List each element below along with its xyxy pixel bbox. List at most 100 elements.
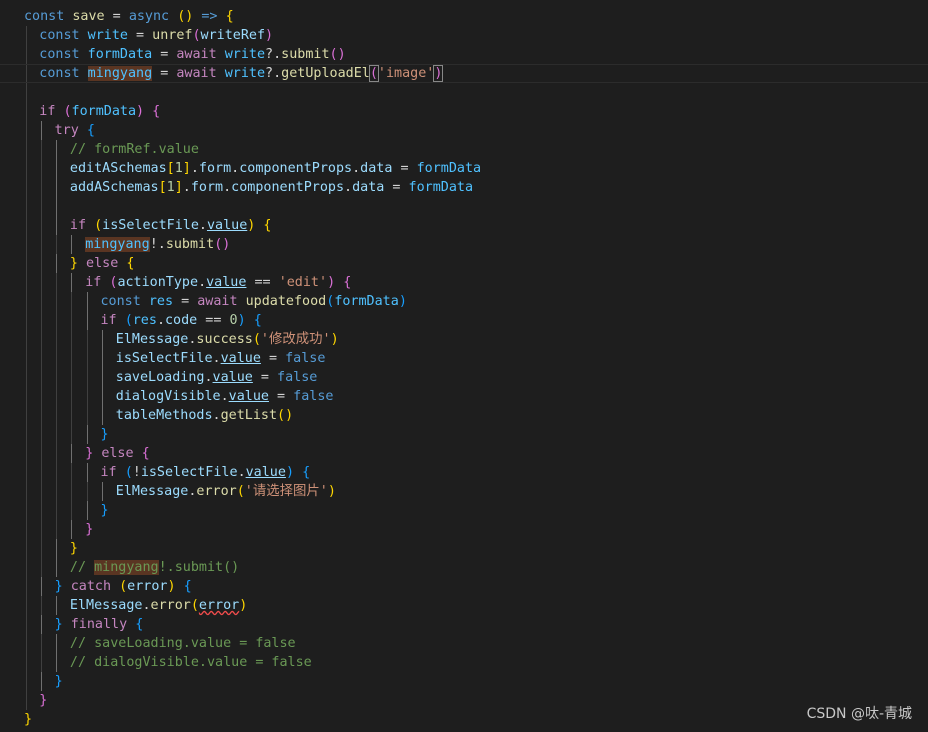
code-line[interactable]: // mingyang!.submit() xyxy=(0,558,928,577)
code-line[interactable]: const mingyang = await write?.getUploadE… xyxy=(0,64,928,83)
indent-guide xyxy=(71,330,73,349)
indent-guide xyxy=(56,520,58,539)
code-line[interactable]: } xyxy=(0,672,928,691)
code-line[interactable]: } xyxy=(0,710,928,729)
code-token: . xyxy=(237,465,246,480)
code-line[interactable]: const formData = await write?.submit() xyxy=(0,45,928,64)
code-line[interactable]: // dialogVisible.value = false xyxy=(0,653,928,672)
indent-guide xyxy=(71,444,73,463)
code-line[interactable]: } finally { xyxy=(0,615,928,634)
code-token: = xyxy=(104,9,129,24)
indent-guide xyxy=(40,292,42,311)
indent-guide xyxy=(40,387,42,406)
code-line[interactable]: try { xyxy=(0,121,928,140)
code-token: = xyxy=(152,47,177,62)
code-line[interactable]: const res = await updatefood(formData) xyxy=(0,292,928,311)
code-line[interactable]: tableMethods.getList() xyxy=(0,406,928,425)
code-line[interactable]: // saveLoading.value = false xyxy=(0,634,928,653)
code-token: // formRef.value xyxy=(69,142,199,157)
code-token: '请选择图片' xyxy=(244,484,328,499)
code-area[interactable]: const save = async () => {const write = … xyxy=(0,7,928,729)
code-token: ( xyxy=(124,313,133,328)
code-line[interactable]: addASchemas[1].form.componentProps.data … xyxy=(0,178,928,197)
code-line[interactable]: } xyxy=(0,691,928,710)
indent-guide xyxy=(56,368,58,387)
code-line[interactable]: } else { xyxy=(0,444,928,463)
code-line[interactable]: } else { xyxy=(0,254,928,273)
code-line[interactable]: ElMessage.error('请选择图片') xyxy=(0,482,928,501)
indent-guide xyxy=(40,311,42,330)
indent-guide xyxy=(40,178,42,197)
code-line[interactable]: if (isSelectFile.value) { xyxy=(0,216,928,235)
code-token: 1 xyxy=(174,161,183,176)
indent-guide xyxy=(25,197,27,216)
code-token: error xyxy=(198,598,240,613)
code-line[interactable]: // formRef.value xyxy=(0,140,928,159)
code-line[interactable]: if (formData) { xyxy=(0,102,928,121)
indent-guide xyxy=(71,482,73,501)
code-line[interactable]: const write = unref(writeRef) xyxy=(0,26,928,45)
code-token: formData xyxy=(416,161,482,176)
code-line[interactable]: } xyxy=(0,425,928,444)
indent-guide xyxy=(56,292,58,311)
indent-guide xyxy=(40,368,42,387)
code-line[interactable]: const save = async () => { xyxy=(0,7,928,26)
indent-guide xyxy=(56,653,58,672)
code-token: const xyxy=(39,47,80,62)
code-line[interactable]: ElMessage.error(error) xyxy=(0,596,928,615)
code-token: { xyxy=(253,313,262,328)
code-line[interactable] xyxy=(0,197,928,216)
indent-guide xyxy=(71,406,73,425)
indent-guide xyxy=(40,273,42,292)
code-line[interactable]: } xyxy=(0,520,928,539)
indent-guide xyxy=(40,463,42,482)
code-token: formData xyxy=(87,47,153,62)
code-line[interactable]: isSelectFile.value = false xyxy=(0,349,928,368)
code-line[interactable]: dialogVisible.value = false xyxy=(0,387,928,406)
indent-guide xyxy=(25,615,27,634)
indent-guide xyxy=(25,140,27,159)
code-token: componentProps xyxy=(239,161,353,176)
code-line[interactable]: editASchemas[1].form.componentProps.data… xyxy=(0,159,928,178)
code-line[interactable]: if (actionType.value == 'edit') { xyxy=(0,273,928,292)
indent-guide xyxy=(71,273,73,292)
code-token: try xyxy=(54,123,79,138)
code-token: value xyxy=(206,218,248,233)
code-token: . xyxy=(212,408,221,423)
indent-guide xyxy=(40,197,42,216)
code-token: { xyxy=(152,104,161,119)
code-token: { xyxy=(86,123,95,138)
code-token: editASchemas xyxy=(69,161,167,176)
code-line[interactable]: ElMessage.success('修改成功') xyxy=(0,330,928,349)
code-token: ) xyxy=(327,275,336,290)
indent-guide xyxy=(40,615,42,634)
code-line[interactable]: if (!isSelectFile.value) { xyxy=(0,463,928,482)
code-line[interactable]: saveLoading.value = false xyxy=(0,368,928,387)
code-token: await xyxy=(197,294,238,309)
code-line[interactable]: } xyxy=(0,501,928,520)
code-line[interactable] xyxy=(0,83,928,102)
indent-guide xyxy=(71,425,73,444)
indent-guide xyxy=(25,178,27,197)
code-line[interactable]: if (res.code == 0) { xyxy=(0,311,928,330)
indent-guide xyxy=(25,45,27,64)
indent-guide xyxy=(40,520,42,539)
code-line[interactable]: } catch (error) { xyxy=(0,577,928,596)
code-line[interactable]: mingyang!.submit() xyxy=(0,235,928,254)
code-token: value xyxy=(206,275,247,290)
indent-guide xyxy=(25,558,27,577)
code-token: res xyxy=(132,313,157,328)
code-token: ( xyxy=(252,332,261,347)
code-token: if xyxy=(39,104,56,119)
indent-guide xyxy=(40,159,42,178)
code-editor[interactable]: const save = async () => {const write = … xyxy=(0,0,928,732)
code-line[interactable]: } xyxy=(0,539,928,558)
